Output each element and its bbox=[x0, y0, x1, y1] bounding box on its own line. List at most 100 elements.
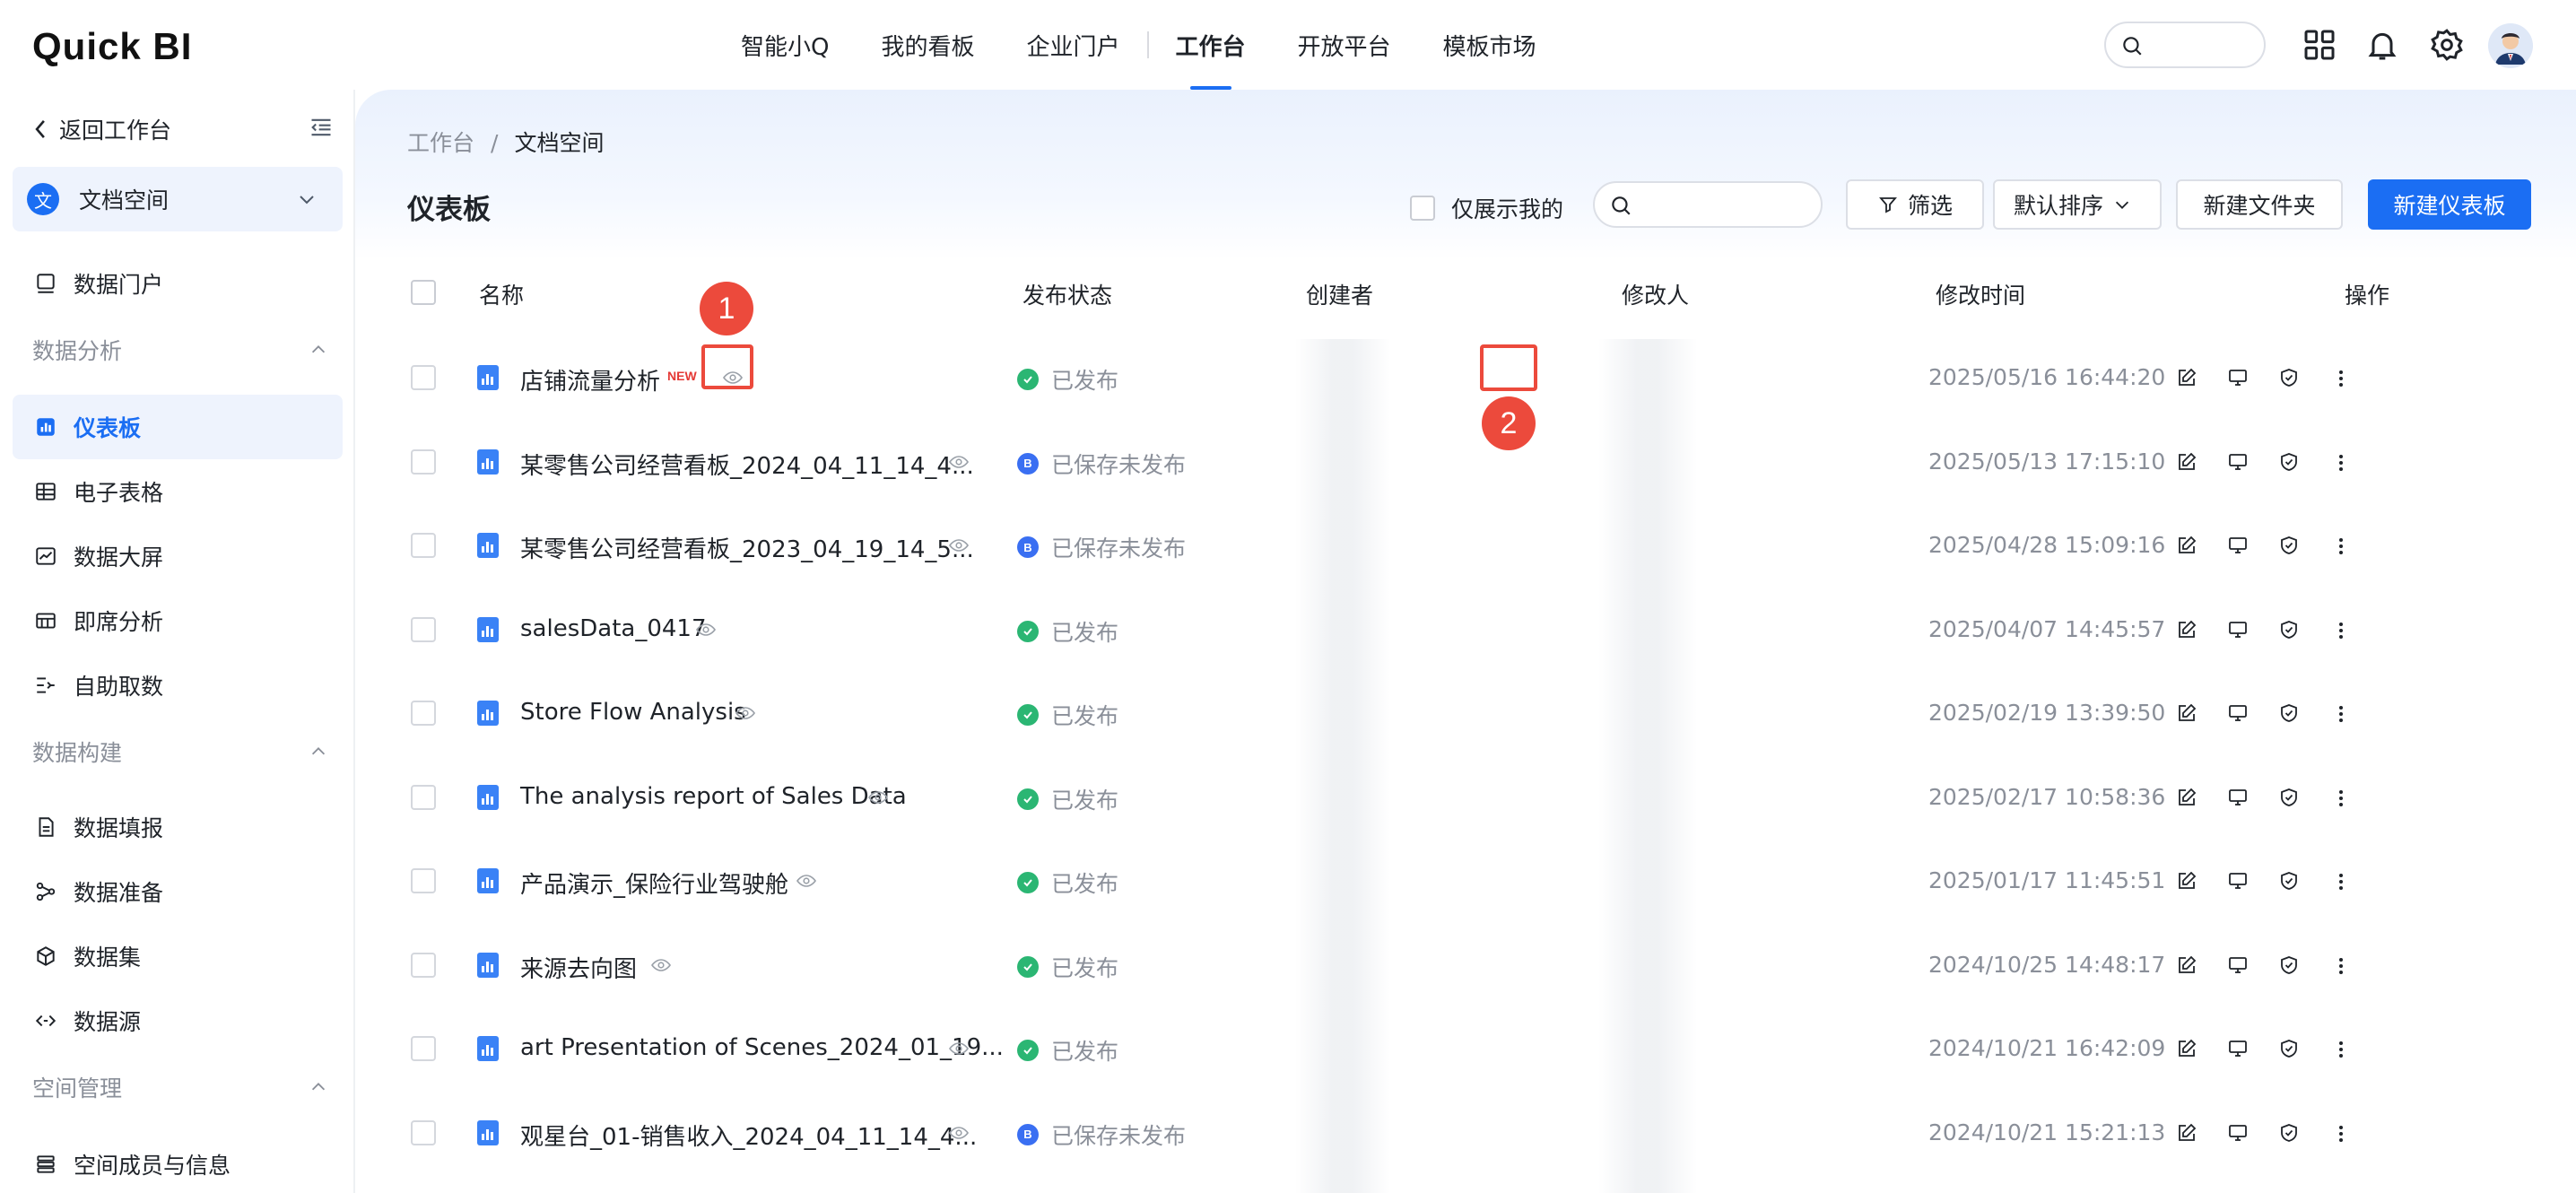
edit-icon[interactable] bbox=[2176, 451, 2197, 473]
shield-check-icon[interactable] bbox=[2278, 535, 2300, 556]
sort-dropdown[interactable]: 默认排序 bbox=[1993, 179, 2162, 230]
eye-icon[interactable] bbox=[694, 619, 718, 640]
shield-check-icon[interactable] bbox=[2278, 451, 2300, 473]
row-name[interactable]: 某零售公司经营看板_2023_04_19_14_5... bbox=[520, 531, 974, 564]
nav-item-my-board[interactable]: 我的看板 bbox=[881, 0, 974, 90]
user-avatar[interactable] bbox=[2488, 23, 2533, 68]
shield-check-icon[interactable] bbox=[2278, 1038, 2300, 1059]
space-selector[interactable]: 文 文档空间 bbox=[13, 167, 343, 231]
row-name[interactable]: 观星台_01-销售收入_2024_04_11_14_4... bbox=[520, 1119, 977, 1152]
row-name[interactable]: 来源去向图 bbox=[520, 951, 637, 984]
collapse-sidebar-icon[interactable] bbox=[309, 115, 334, 140]
table-row[interactable]: Store Flow Analysis 已发布 2025/02/19 13:39:5… bbox=[355, 672, 2576, 756]
table-row[interactable]: 观星台_01-销售收入_2024_04_11_14_4... B 已保存未发布 202… bbox=[355, 1092, 2576, 1176]
table-row[interactable]: 来源去向图 已发布 2024/10/25 14:48:17 bbox=[355, 924, 2576, 1008]
more-vertical-icon[interactable] bbox=[2330, 1038, 2352, 1061]
sidebar-item-data-portal[interactable]: 数据门户 bbox=[13, 251, 343, 316]
select-all-checkbox[interactable] bbox=[411, 280, 436, 305]
row-checkbox[interactable] bbox=[411, 784, 436, 810]
sidebar-item-big-screen[interactable]: 数据大屏 bbox=[13, 524, 343, 588]
row-checkbox[interactable] bbox=[411, 533, 436, 558]
row-checkbox[interactable] bbox=[411, 868, 436, 893]
row-name[interactable]: 某零售公司经营看板_2024_04_11_14_4... bbox=[520, 448, 974, 481]
only-mine-checkbox[interactable]: 仅展示我的 bbox=[1410, 192, 1563, 224]
filter-button[interactable]: 筛选 bbox=[1846, 179, 1984, 230]
more-vertical-icon[interactable] bbox=[2330, 1122, 2352, 1145]
edit-icon[interactable] bbox=[2176, 367, 2197, 388]
preview-screen-icon[interactable] bbox=[2226, 535, 2250, 556]
table-row[interactable]: The analysis report of Sales Data 已发布 2025… bbox=[355, 756, 2576, 840]
edit-icon[interactable] bbox=[2176, 702, 2197, 724]
sidebar-item-space-members[interactable]: 空间成员与信息 bbox=[13, 1132, 343, 1193]
sidebar-item-data-prep[interactable]: 数据准备 bbox=[13, 859, 343, 924]
more-vertical-icon[interactable] bbox=[2330, 451, 2352, 475]
breadcrumb-root[interactable]: 工作台 bbox=[407, 130, 474, 156]
row-name[interactable]: 产品演示_保险行业驾驶舱 bbox=[520, 866, 788, 900]
nav-item-portal[interactable]: 企业门户 bbox=[1026, 0, 1119, 90]
edit-icon[interactable] bbox=[2176, 870, 2197, 892]
shield-check-icon[interactable] bbox=[2278, 619, 2300, 640]
edit-icon[interactable] bbox=[2176, 787, 2197, 808]
row-name[interactable]: Store Flow Analysis bbox=[520, 699, 746, 726]
sidebar-group-build[interactable]: 数据构建 bbox=[32, 736, 328, 768]
sidebar-item-dashboard[interactable]: 仪表板 bbox=[13, 395, 343, 459]
preview-screen-icon[interactable] bbox=[2226, 367, 2250, 388]
row-name[interactable]: salesData_0417 bbox=[520, 615, 707, 642]
table-row[interactable]: 店铺流量分析 NEW 已发布 2025/05/16 16:44:20 bbox=[355, 336, 2576, 421]
eye-icon[interactable] bbox=[947, 451, 970, 473]
row-checkbox[interactable] bbox=[411, 448, 436, 475]
table-row[interactable]: salesData_0417 已发布 2025/04/07 14:45:57 bbox=[355, 588, 2576, 673]
table-row[interactable]: 某零售公司经营看板_2023_04_19_14_5... B 已保存未发布 2025/… bbox=[355, 504, 2576, 588]
shield-check-icon[interactable] bbox=[2278, 702, 2300, 724]
more-vertical-icon[interactable] bbox=[2330, 702, 2352, 726]
checkbox[interactable] bbox=[1410, 196, 1435, 221]
shield-check-icon[interactable] bbox=[2278, 1122, 2300, 1144]
back-to-workbench-link[interactable]: 返回工作台 bbox=[32, 113, 171, 145]
gear-icon[interactable] bbox=[2429, 27, 2465, 63]
row-checkbox[interactable] bbox=[411, 616, 436, 642]
preview-screen-icon[interactable] bbox=[2226, 619, 2250, 640]
more-vertical-icon[interactable] bbox=[2330, 535, 2352, 558]
nav-item-open-platform[interactable]: 开放平台 bbox=[1298, 0, 1391, 90]
nav-item-workbench[interactable]: 工作台 bbox=[1176, 0, 1246, 90]
more-vertical-icon[interactable] bbox=[2330, 619, 2352, 642]
sidebar-item-data-fill[interactable]: 数据填报 bbox=[13, 795, 343, 859]
row-checkbox[interactable] bbox=[411, 952, 436, 978]
sidebar-item-data-source[interactable]: 数据源 bbox=[13, 988, 343, 1053]
row-name[interactable]: The analysis report of Sales Data bbox=[520, 783, 907, 810]
edit-icon[interactable] bbox=[2176, 535, 2197, 556]
eye-icon[interactable] bbox=[649, 954, 673, 976]
shield-check-icon[interactable] bbox=[2278, 367, 2300, 388]
sidebar-item-spreadsheet[interactable]: 电子表格 bbox=[13, 459, 343, 524]
row-checkbox[interactable] bbox=[411, 701, 436, 726]
new-folder-button[interactable]: 新建文件夹 bbox=[2176, 179, 2343, 230]
preview-screen-icon[interactable] bbox=[2226, 1122, 2250, 1144]
bell-icon[interactable] bbox=[2364, 27, 2400, 63]
edit-icon[interactable] bbox=[2176, 1122, 2197, 1144]
more-vertical-icon[interactable] bbox=[2330, 787, 2352, 810]
edit-icon[interactable] bbox=[2176, 619, 2197, 640]
preview-screen-icon[interactable] bbox=[2226, 787, 2250, 808]
row-checkbox[interactable] bbox=[411, 1036, 436, 1061]
quick-bi-logo[interactable]: Quick BI bbox=[32, 25, 192, 68]
eye-icon[interactable] bbox=[866, 787, 890, 808]
preview-screen-icon[interactable] bbox=[2226, 451, 2250, 473]
global-search-input[interactable] bbox=[2104, 22, 2266, 68]
nav-item-smart-q[interactable]: 智能小Q bbox=[741, 0, 829, 90]
row-checkbox[interactable] bbox=[411, 365, 436, 390]
more-vertical-icon[interactable] bbox=[2330, 367, 2352, 390]
sidebar-item-adhoc[interactable]: 即席分析 bbox=[13, 588, 343, 653]
eye-icon[interactable] bbox=[795, 870, 818, 892]
edit-icon[interactable] bbox=[2176, 954, 2197, 976]
nav-item-template-market[interactable]: 模板市场 bbox=[1443, 0, 1536, 90]
new-dashboard-button[interactable]: 新建仪表板 bbox=[2368, 179, 2531, 230]
preview-screen-icon[interactable] bbox=[2226, 1038, 2250, 1059]
preview-screen-icon[interactable] bbox=[2226, 870, 2250, 892]
preview-screen-icon[interactable] bbox=[2226, 702, 2250, 724]
row-name[interactable]: art Presentation of Scenes_2024_01_19... bbox=[520, 1034, 1004, 1061]
shield-check-icon[interactable] bbox=[2278, 787, 2300, 808]
preview-screen-icon[interactable] bbox=[2226, 954, 2250, 976]
sidebar-group-space[interactable]: 空间管理 bbox=[32, 1071, 328, 1103]
eye-icon[interactable] bbox=[947, 535, 970, 556]
eye-icon[interactable] bbox=[947, 1038, 970, 1059]
